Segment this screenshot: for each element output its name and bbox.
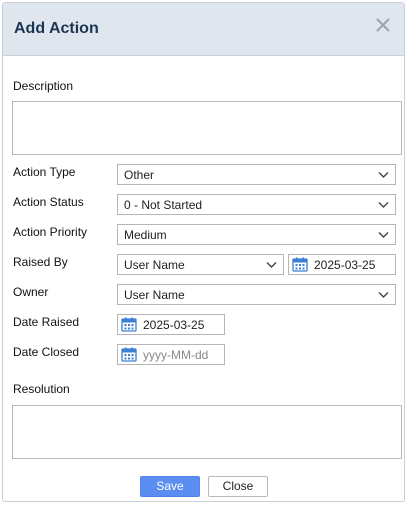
date-closed-placeholder: yyyy-MM-dd — [143, 348, 209, 362]
resolution-field[interactable] — [12, 405, 402, 459]
owner-label: Owner — [13, 285, 49, 299]
action-type-value: Other — [124, 168, 155, 182]
action-priority-select[interactable]: Medium — [117, 224, 396, 245]
raised-by-label: Raised By — [13, 255, 68, 269]
add-action-dialog: Add Action Description Action Type Other… — [2, 2, 405, 502]
action-type-label: Action Type — [13, 165, 76, 179]
raised-by-select[interactable]: User Name — [117, 254, 284, 275]
resolution-label: Resolution — [13, 382, 70, 396]
chevron-down-icon — [378, 172, 389, 178]
raised-by-date-input[interactable]: 2025-03-25 — [288, 254, 396, 275]
chevron-down-icon — [266, 262, 277, 268]
owner-value: User Name — [124, 288, 185, 302]
action-priority-label: Action Priority — [13, 225, 88, 239]
action-status-value: 0 - Not Started — [124, 198, 203, 212]
date-closed-input[interactable]: yyyy-MM-dd — [117, 344, 225, 365]
dialog-title: Add Action — [14, 20, 99, 37]
date-raised-value: 2025-03-25 — [143, 318, 205, 332]
calendar-icon[interactable] — [292, 257, 308, 272]
chevron-down-icon — [378, 292, 389, 298]
date-raised-label: Date Raised — [13, 315, 80, 329]
chevron-down-icon — [378, 202, 389, 208]
description-field[interactable] — [12, 101, 402, 155]
action-priority-value: Medium — [124, 228, 167, 242]
raised-by-value: User Name — [124, 258, 185, 272]
save-button[interactable]: Save — [140, 476, 200, 497]
action-status-select[interactable]: 0 - Not Started — [117, 194, 396, 215]
calendar-icon[interactable] — [121, 347, 137, 362]
description-label: Description — [13, 79, 74, 93]
chevron-down-icon — [378, 232, 389, 238]
raised-by-date-value: 2025-03-25 — [314, 258, 376, 272]
owner-select[interactable]: User Name — [117, 284, 396, 305]
dialog-header: Add Action — [3, 3, 404, 56]
calendar-icon[interactable] — [121, 317, 137, 332]
action-status-label: Action Status — [13, 195, 84, 209]
date-raised-input[interactable]: 2025-03-25 — [117, 314, 225, 335]
date-closed-label: Date Closed — [13, 345, 80, 359]
close-icon[interactable] — [374, 16, 392, 34]
close-button[interactable]: Close — [208, 476, 268, 497]
action-type-select[interactable]: Other — [117, 164, 396, 185]
